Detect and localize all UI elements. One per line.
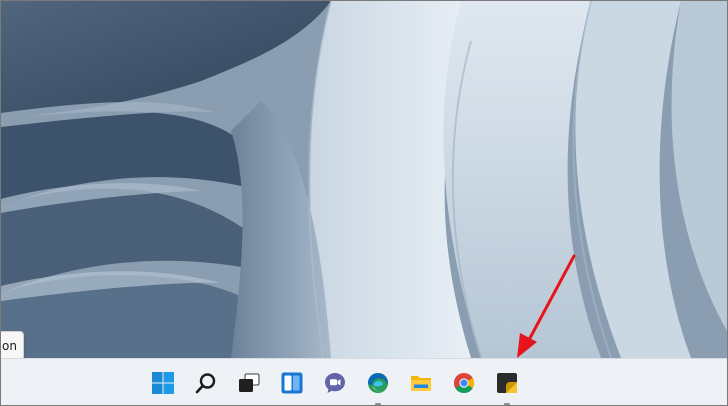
sticky-notes-button[interactable]	[487, 363, 527, 405]
widgets-button[interactable]	[272, 363, 312, 403]
windows-start-icon	[152, 372, 174, 394]
file-explorer-button[interactable]	[401, 363, 441, 403]
taskbar-pinned-apps	[143, 363, 527, 405]
desktop-wallpaper	[1, 1, 727, 358]
tooltip-text: on	[2, 339, 17, 353]
widgets-icon	[281, 372, 303, 394]
teams-chat-icon	[325, 373, 345, 393]
task-view-icon	[239, 373, 260, 392]
start-button[interactable]	[143, 363, 183, 403]
search-icon	[195, 373, 216, 394]
search-button[interactable]	[186, 363, 226, 403]
chrome-icon	[454, 373, 474, 393]
sticky-notes-icon	[497, 373, 517, 393]
taskbar-tooltip: on	[1, 331, 24, 361]
desktop-screen: on	[0, 0, 728, 406]
file-explorer-icon	[411, 376, 431, 391]
edge-button[interactable]	[358, 363, 398, 405]
task-view-button[interactable]	[229, 363, 269, 403]
wallpaper-bloom-art	[1, 1, 727, 358]
edge-icon	[368, 373, 388, 393]
chat-button[interactable]	[315, 363, 355, 403]
chrome-button[interactable]	[444, 363, 484, 403]
taskbar	[1, 358, 727, 405]
